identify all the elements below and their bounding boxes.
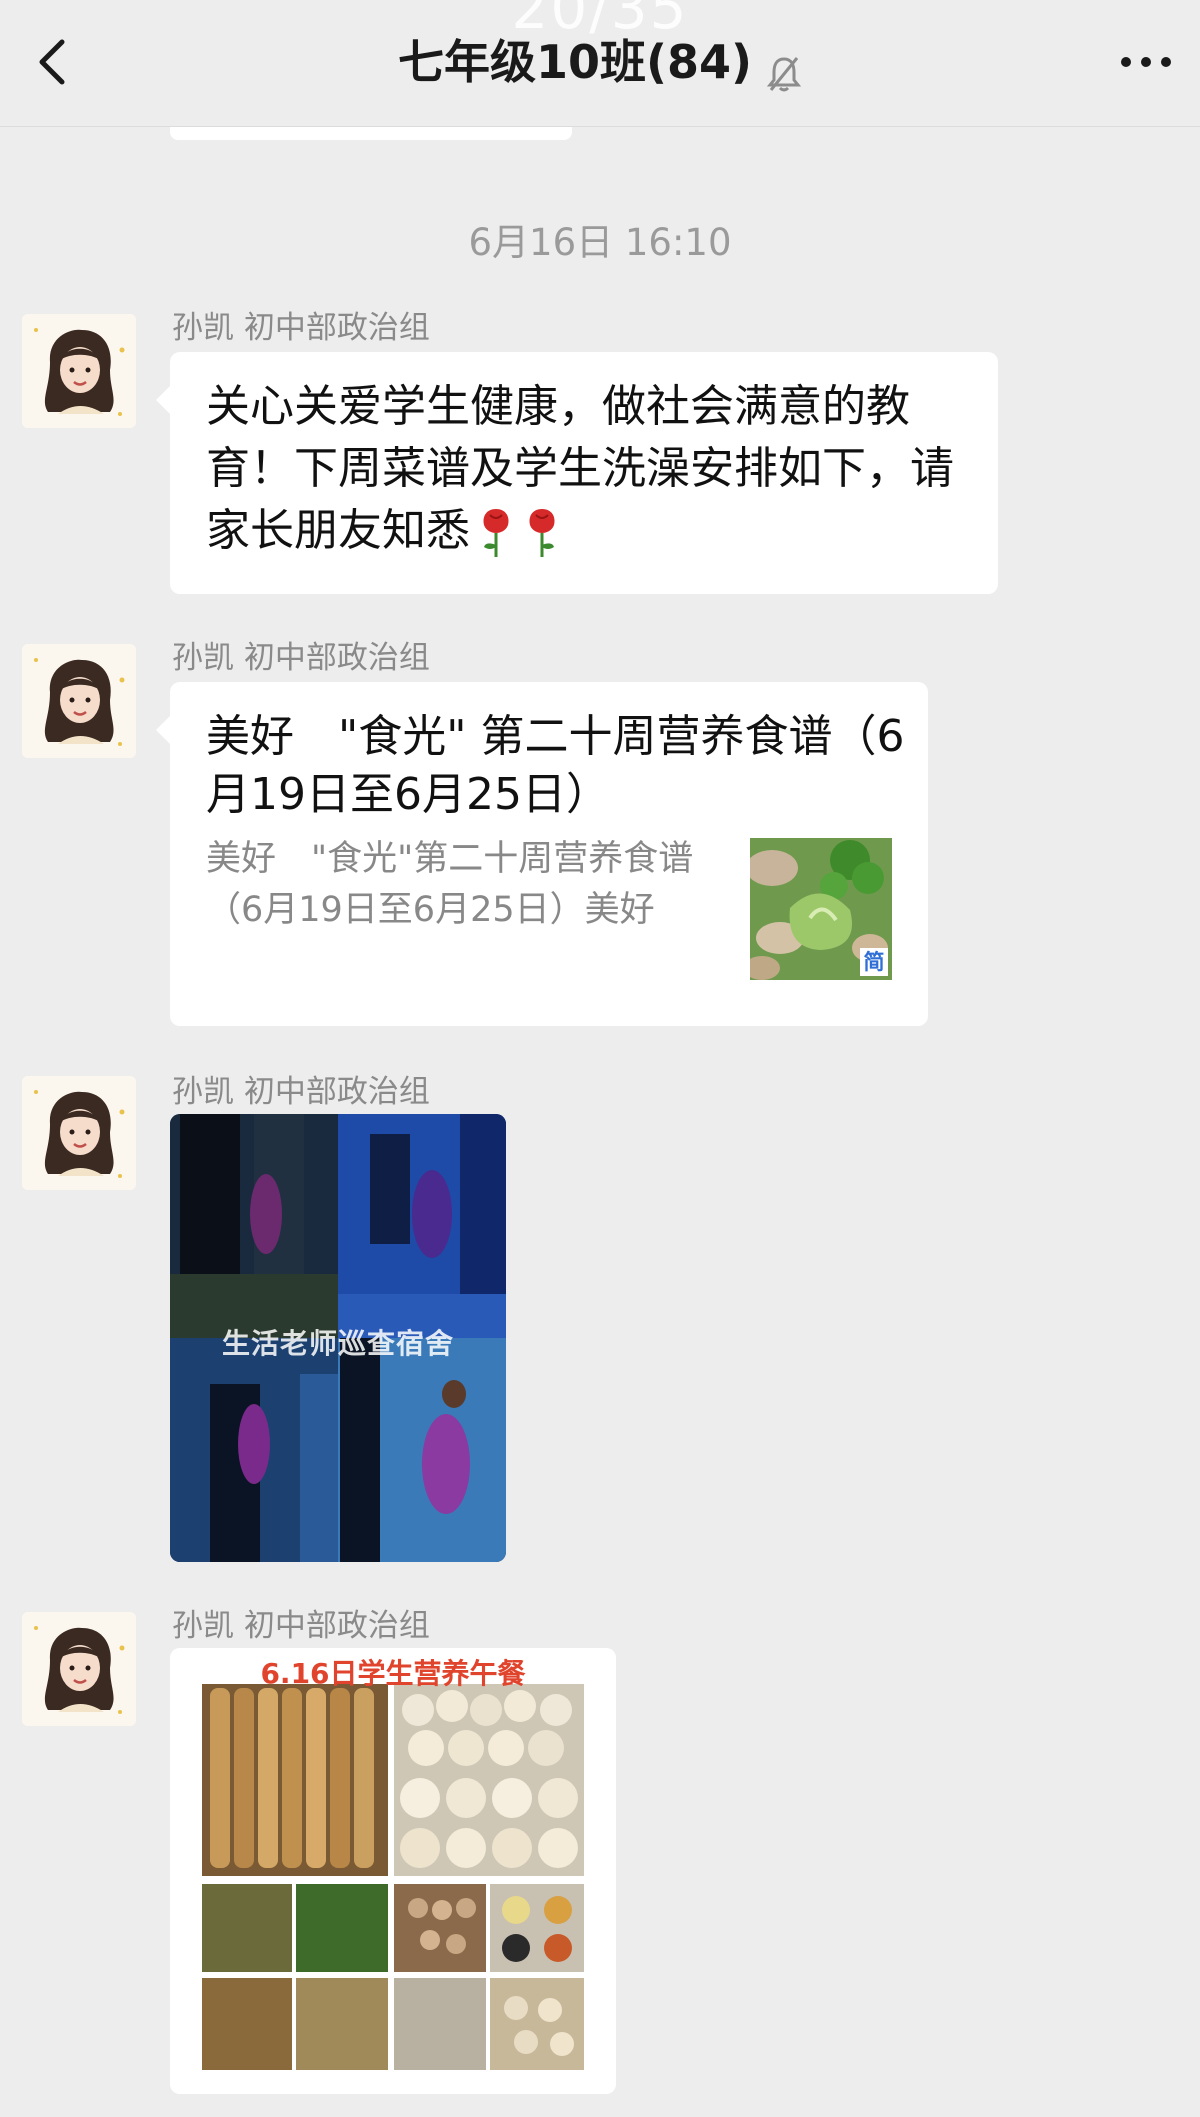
sender-avatar[interactable]	[22, 314, 136, 428]
message-timestamp: 6月16日 16:10	[468, 221, 732, 264]
bell-muted-icon	[766, 46, 802, 91]
rose-emoji-icon	[522, 507, 562, 559]
link-description: 美好 "食光"第二十周营养食谱（6月19日至6月25日）美好	[206, 839, 694, 930]
image-overlay-caption: 6.16日学生营养午餐	[260, 1657, 526, 1690]
link-thumbnail: 简	[750, 838, 892, 980]
sender-avatar[interactable]	[22, 644, 136, 758]
sender-name: 孙凯 初中部政治组	[172, 640, 430, 676]
chat-title-text: 七年级10班(84)	[397, 35, 753, 89]
bubble-tail	[156, 386, 170, 414]
sender-avatar[interactable]	[22, 1076, 136, 1190]
sender-name: 孙凯 初中部政治组	[172, 310, 430, 346]
message-text-content: 关心关爱学生健康，做社会满意的教育！下周菜谱及学生洗澡安排如下，请家长朋友知悉	[206, 381, 954, 556]
message-text: 关心关爱学生健康，做社会满意的教育！下周菜谱及学生洗澡安排如下，请家长朋友知悉	[206, 376, 968, 562]
image-overlay-caption: 生活老师巡查宿舍	[221, 1327, 454, 1360]
text-message-bubble[interactable]: 关心关爱学生健康，做社会满意的教育！下周菜谱及学生洗澡安排如下，请家长朋友知悉	[156, 352, 998, 594]
rose-emoji-icon	[476, 507, 516, 559]
image-message[interactable]: 生活老师巡查宿舍	[170, 1114, 506, 1562]
sender-name: 孙凯 初中部政治组	[172, 1608, 430, 1644]
sender-avatar[interactable]	[22, 1612, 136, 1726]
link-title: 美好 "食光" 第二十周营养食谱（6月19日至6月25日）	[206, 711, 905, 820]
thumbnail-badge: 简	[860, 948, 888, 976]
page-indicator: 20/35	[511, 0, 689, 42]
bubble-tail	[156, 716, 170, 744]
image-message[interactable]: 6.16日学生营养午餐	[170, 1648, 616, 2094]
sender-name: 孙凯 初中部政治组	[172, 1074, 430, 1110]
more-dots-icon[interactable]	[1118, 40, 1174, 84]
link-card-bubble[interactable]: 美好 "食光" 第二十周营养食谱（6月19日至6月25日） 美好 "食光"第二十…	[156, 682, 928, 1026]
